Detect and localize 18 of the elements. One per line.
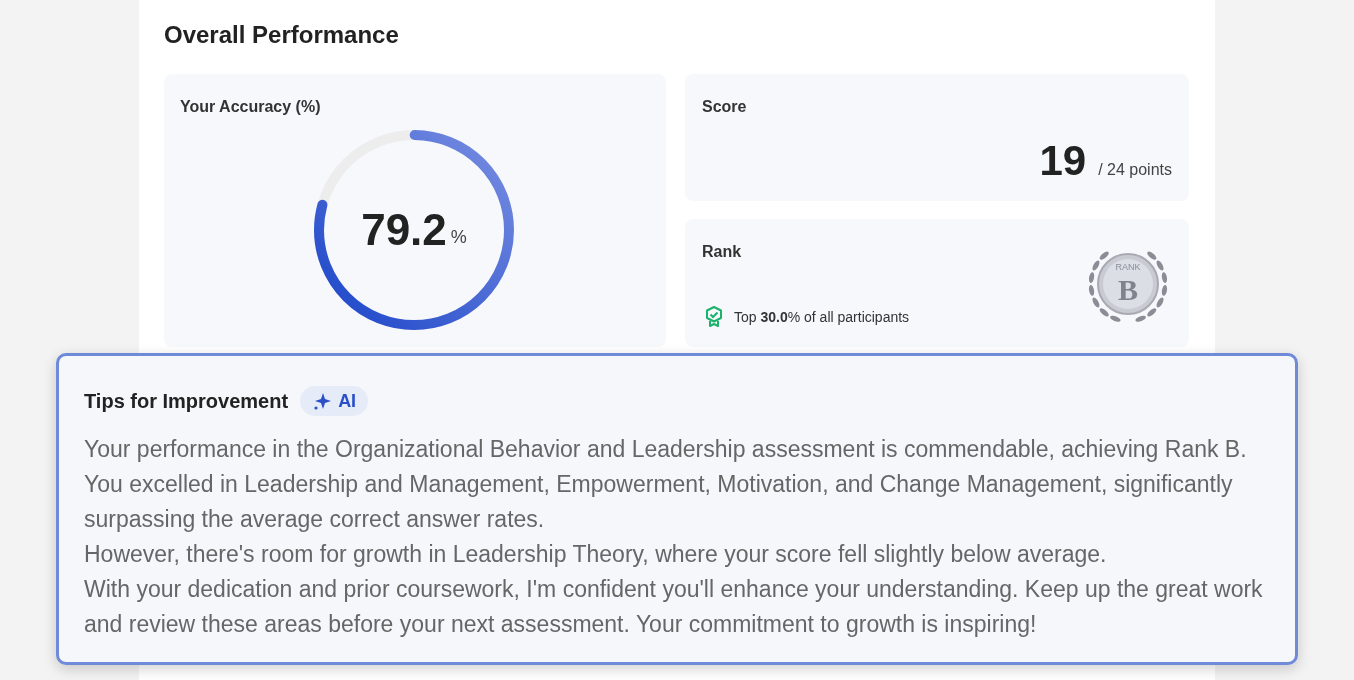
percent-unit: % xyxy=(450,225,467,249)
score-value: 19 xyxy=(1039,136,1087,186)
accuracy-value: 79.2 xyxy=(361,204,447,256)
card-title: Score xyxy=(702,97,748,117)
tips-title: Tips for Improvement xyxy=(84,389,289,414)
tips-paragraph: With your dedication and prior coursework, I'm confident you'll enhance your understanding. Keep up the great work and review these areas before your next assessment. Your commitment to growth is inspiring! xyxy=(84,575,1264,639)
rank-medal-drawing: RANK B xyxy=(1083,238,1173,328)
score-total: / 24 points xyxy=(1098,160,1172,180)
tips-paragraph: However, there's room for growth in Leadership Theory, where your score fell slightly below average. xyxy=(84,540,1108,569)
tips-paragraph: You excelled in Leadership and Management, Empowerment, Motivation, and Change Management, significantly surpassing the average correct answer rates. xyxy=(84,470,1234,534)
section-title: Overall Performance xyxy=(164,20,400,50)
tips-paragraph: Your performance in the Organizational Behavior and Leadership assessment is commendable, achieving Rank B. xyxy=(84,435,1248,464)
card-title: Your Accuracy (%) xyxy=(180,97,322,117)
card-title: Rank xyxy=(702,242,743,262)
rank-note: Top 30.0% of all participants xyxy=(734,307,910,327)
ai-label: AI xyxy=(338,389,357,413)
sparkle-icon xyxy=(312,391,333,411)
award-check-icon xyxy=(704,306,724,328)
